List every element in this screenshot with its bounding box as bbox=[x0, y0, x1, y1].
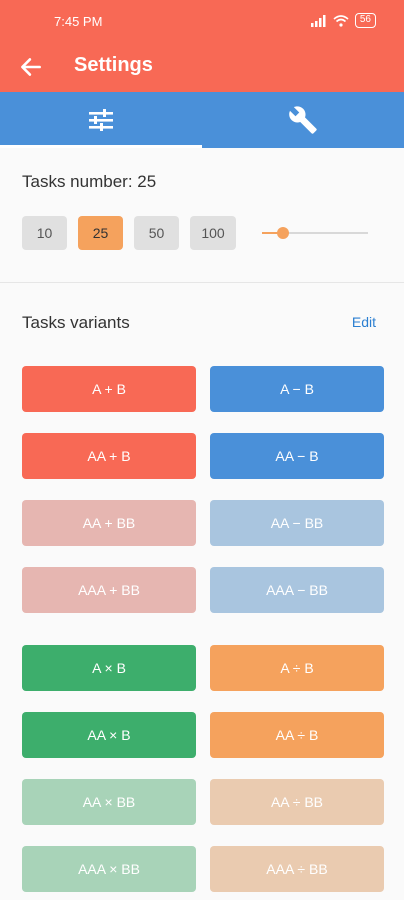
variant-button[interactable]: AA × BB bbox=[22, 779, 196, 825]
tab-general-settings[interactable] bbox=[0, 92, 202, 148]
toolbar: Settings bbox=[0, 44, 404, 92]
option-50[interactable]: 50 bbox=[134, 216, 179, 250]
app-header: 7:45 PM 56 Settings bbox=[0, 0, 404, 92]
status-time: 7:45 PM bbox=[54, 14, 103, 29]
status-bar: 7:45 PM 56 bbox=[0, 0, 404, 44]
section-divider bbox=[0, 282, 404, 283]
back-arrow-icon[interactable] bbox=[18, 54, 44, 80]
option-100[interactable]: 100 bbox=[190, 216, 236, 250]
edit-variants-button[interactable]: Edit bbox=[352, 314, 376, 330]
tab-bar bbox=[0, 92, 404, 148]
variant-button[interactable]: A × B bbox=[22, 645, 196, 691]
option-10[interactable]: 10 bbox=[22, 216, 67, 250]
wifi-icon bbox=[333, 14, 349, 27]
variant-button[interactable]: AA + BB bbox=[22, 500, 196, 546]
variant-button[interactable]: AA − B bbox=[210, 433, 384, 479]
tasks-variants-title: Tasks variants bbox=[22, 313, 130, 332]
variant-button[interactable]: A ÷ B bbox=[210, 645, 384, 691]
page-title: Settings bbox=[74, 54, 153, 76]
variant-button[interactable]: A − B bbox=[210, 366, 384, 412]
variant-button[interactable]: A + B bbox=[22, 366, 196, 412]
tab-tools[interactable] bbox=[202, 92, 404, 148]
tasks-number-label: Tasks number: 25 bbox=[22, 172, 157, 191]
sliders-icon bbox=[89, 109, 113, 131]
signal-icon bbox=[310, 14, 326, 27]
slider-thumb[interactable] bbox=[277, 227, 290, 239]
variant-button[interactable]: AAA − BB bbox=[210, 567, 384, 613]
variant-button[interactable]: AA − BB bbox=[210, 500, 384, 546]
variant-button[interactable]: AAA ÷ BB bbox=[210, 846, 384, 892]
battery-icon: 56 bbox=[354, 13, 376, 28]
variant-button[interactable]: AA ÷ BB bbox=[210, 779, 384, 825]
variant-button[interactable]: AA × B bbox=[22, 712, 196, 758]
wrench-icon bbox=[289, 106, 317, 134]
variant-button[interactable]: AA ÷ B bbox=[210, 712, 384, 758]
status-icons: 56 bbox=[310, 13, 376, 28]
tasks-number-slider[interactable] bbox=[262, 224, 368, 242]
tasks-number-options: 10 25 50 100 bbox=[22, 216, 236, 250]
variant-button[interactable]: AAA + BB bbox=[22, 567, 196, 613]
option-25[interactable]: 25 bbox=[78, 216, 123, 250]
variant-button[interactable]: AAA × BB bbox=[22, 846, 196, 892]
variant-button[interactable]: AA + B bbox=[22, 433, 196, 479]
